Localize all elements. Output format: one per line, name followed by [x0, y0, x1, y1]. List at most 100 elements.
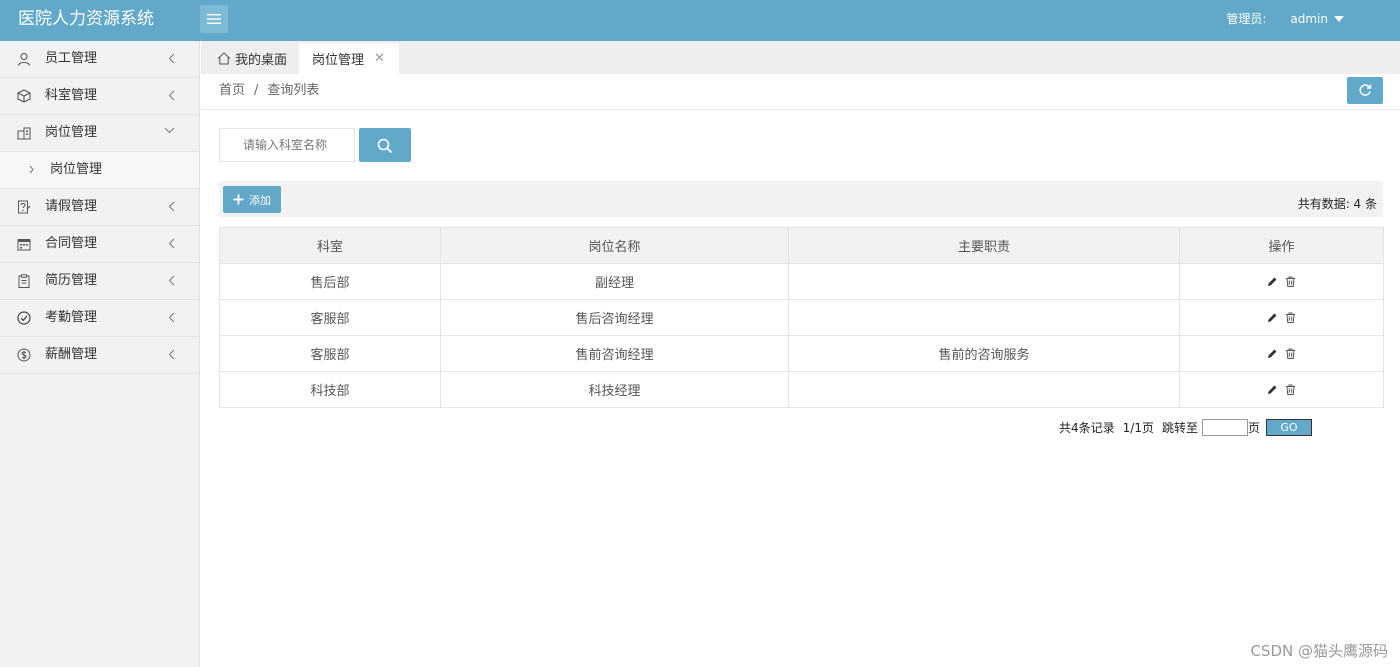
breadcrumb-home[interactable]: 首页: [219, 83, 245, 98]
total-count: 共有数据: 4 条: [1297, 197, 1377, 211]
app-title: 医院人力资源系统: [18, 9, 154, 29]
cell-duty: 售前的咨询服务: [788, 335, 1180, 372]
check-circle-icon: [17, 311, 31, 325]
chevron-left-icon: [168, 90, 175, 101]
trash-icon[interactable]: [1285, 312, 1296, 323]
trash-icon[interactable]: [1285, 276, 1296, 287]
user-menu[interactable]: 管理员: admin: [1226, 11, 1344, 27]
menu-icon: [207, 14, 221, 24]
edit-icon[interactable]: [1267, 384, 1278, 395]
role-label: 管理员:: [1226, 12, 1267, 26]
table-row: 科技部 科技经理: [219, 371, 1384, 408]
sidebar-item-department[interactable]: 科室管理: [0, 78, 199, 115]
cube-icon: [17, 89, 31, 103]
calendar-icon: [17, 239, 31, 251]
caret-down-icon: [1334, 16, 1344, 22]
page-jump-input[interactable]: [1201, 419, 1248, 436]
sidebar-item-attendance[interactable]: 考勤管理: [0, 300, 199, 337]
trash-icon[interactable]: [1285, 384, 1296, 395]
sidebar-item-label: 薪酬管理: [45, 347, 98, 362]
search-button[interactable]: [359, 128, 411, 162]
sidebar-item-resume[interactable]: 简历管理: [0, 263, 199, 300]
position-table: 科室 岗位名称 主要职责 操作 售后部 副经理 客服部 售后咨询经理 客服部 售…: [219, 227, 1384, 408]
chevron-left-icon: [168, 238, 175, 249]
cell-actions: [1179, 335, 1384, 372]
tab-home-label: 我的桌面: [235, 53, 288, 68]
user-icon: [17, 52, 31, 66]
search-input[interactable]: [219, 128, 355, 162]
column-header-department: 科室: [219, 227, 441, 264]
tab-position-management[interactable]: 岗位管理 ✕: [299, 43, 399, 74]
cell-actions: [1179, 299, 1384, 336]
cell-duty: [788, 263, 1180, 300]
edit-icon[interactable]: [1267, 348, 1278, 359]
table-row: 客服部 售前咨询经理 售前的咨询服务: [219, 335, 1384, 372]
pager-page-unit: 页: [1247, 420, 1260, 435]
sidebar-item-position[interactable]: 岗位管理: [0, 115, 199, 152]
sidebar-item-label: 简历管理: [45, 273, 98, 288]
table-header-row: 科室 岗位名称 主要职责 操作: [219, 227, 1384, 264]
watermark: CSDN @猫头鹰源码: [1250, 642, 1388, 660]
close-icon[interactable]: ✕: [374, 51, 385, 66]
chevron-left-icon: [168, 275, 175, 286]
building-icon: [17, 127, 31, 140]
cell-position: 售后咨询经理: [440, 299, 789, 336]
trash-icon[interactable]: [1285, 348, 1296, 359]
sidebar-item-label: 科室管理: [45, 88, 98, 103]
edit-icon[interactable]: [1267, 312, 1278, 323]
sidebar-item-label: 岗位管理: [45, 125, 98, 140]
sidebar-item-label: 请假管理: [45, 199, 98, 214]
cell-duty: [788, 371, 1180, 408]
cell-department: 客服部: [219, 299, 441, 336]
cell-position: 科技经理: [440, 371, 789, 408]
sidebar-item-employee[interactable]: 员工管理: [0, 41, 199, 78]
sidebar: 员工管理 科室管理 岗位管理 岗位管理 请假管理 合同管理 简历管理 考勤管理 …: [0, 41, 200, 667]
column-header-position: 岗位名称: [440, 227, 789, 264]
pager-jump-label: 跳转至: [1161, 420, 1198, 435]
cell-actions: [1179, 263, 1384, 300]
breadcrumb-separator: /: [254, 83, 259, 98]
go-button[interactable]: GO: [1266, 419, 1312, 436]
table-toolbar: 添加 共有数据: 4 条: [219, 181, 1383, 217]
top-header: 医院人力资源系统 管理员: admin: [0, 0, 1400, 41]
cell-department: 客服部: [219, 335, 441, 372]
sidebar-item-label: 考勤管理: [45, 310, 98, 325]
refresh-icon: [1359, 84, 1372, 96]
sidebar-subitem-position[interactable]: 岗位管理: [0, 152, 199, 189]
tab-home[interactable]: 我的桌面: [211, 43, 293, 74]
pagination: 共4条记录 1/1页 跳转至 页 GO: [1059, 419, 1312, 436]
sidebar-item-leave[interactable]: 请假管理: [0, 189, 199, 226]
home-icon: [217, 52, 231, 65]
edit-icon[interactable]: [1267, 276, 1278, 287]
plus-icon: [233, 194, 244, 205]
cell-position: 售前咨询经理: [440, 335, 789, 372]
sidebar-item-salary[interactable]: 薪酬管理: [0, 337, 199, 374]
chevron-left-icon: [168, 312, 175, 323]
chevron-left-icon: [168, 53, 175, 64]
column-header-duty: 主要职责: [788, 227, 1180, 264]
cell-actions: [1179, 371, 1384, 408]
sidebar-subitem-label: 岗位管理: [50, 162, 103, 177]
breadcrumb-current: 查询列表: [267, 83, 320, 98]
tab-active-label: 岗位管理: [312, 53, 365, 68]
clipboard-icon: [18, 274, 30, 288]
column-header-actions: 操作: [1179, 227, 1384, 264]
tab-bar: 我的桌面 岗位管理 ✕: [201, 41, 1400, 75]
chevron-down-icon: [164, 127, 175, 134]
username[interactable]: admin: [1290, 11, 1328, 27]
breadcrumb-bar: 首页 / 查询列表: [201, 74, 1400, 110]
cell-position: 副经理: [440, 263, 789, 300]
table-row: 客服部 售后咨询经理: [219, 299, 1384, 336]
add-button[interactable]: 添加: [223, 186, 281, 213]
search-icon: [377, 138, 393, 154]
menu-toggle-button[interactable]: [200, 5, 228, 33]
cell-duty: [788, 299, 1180, 336]
pager-pages: 1/1页: [1122, 420, 1154, 435]
chevron-left-icon: [168, 349, 175, 360]
leave-form-icon: [18, 200, 31, 214]
sidebar-item-contract[interactable]: 合同管理: [0, 226, 199, 263]
dollar-circle-icon: [17, 348, 31, 362]
refresh-button[interactable]: [1347, 77, 1383, 104]
chevron-right-icon: [29, 165, 34, 174]
table-row: 售后部 副经理: [219, 263, 1384, 300]
